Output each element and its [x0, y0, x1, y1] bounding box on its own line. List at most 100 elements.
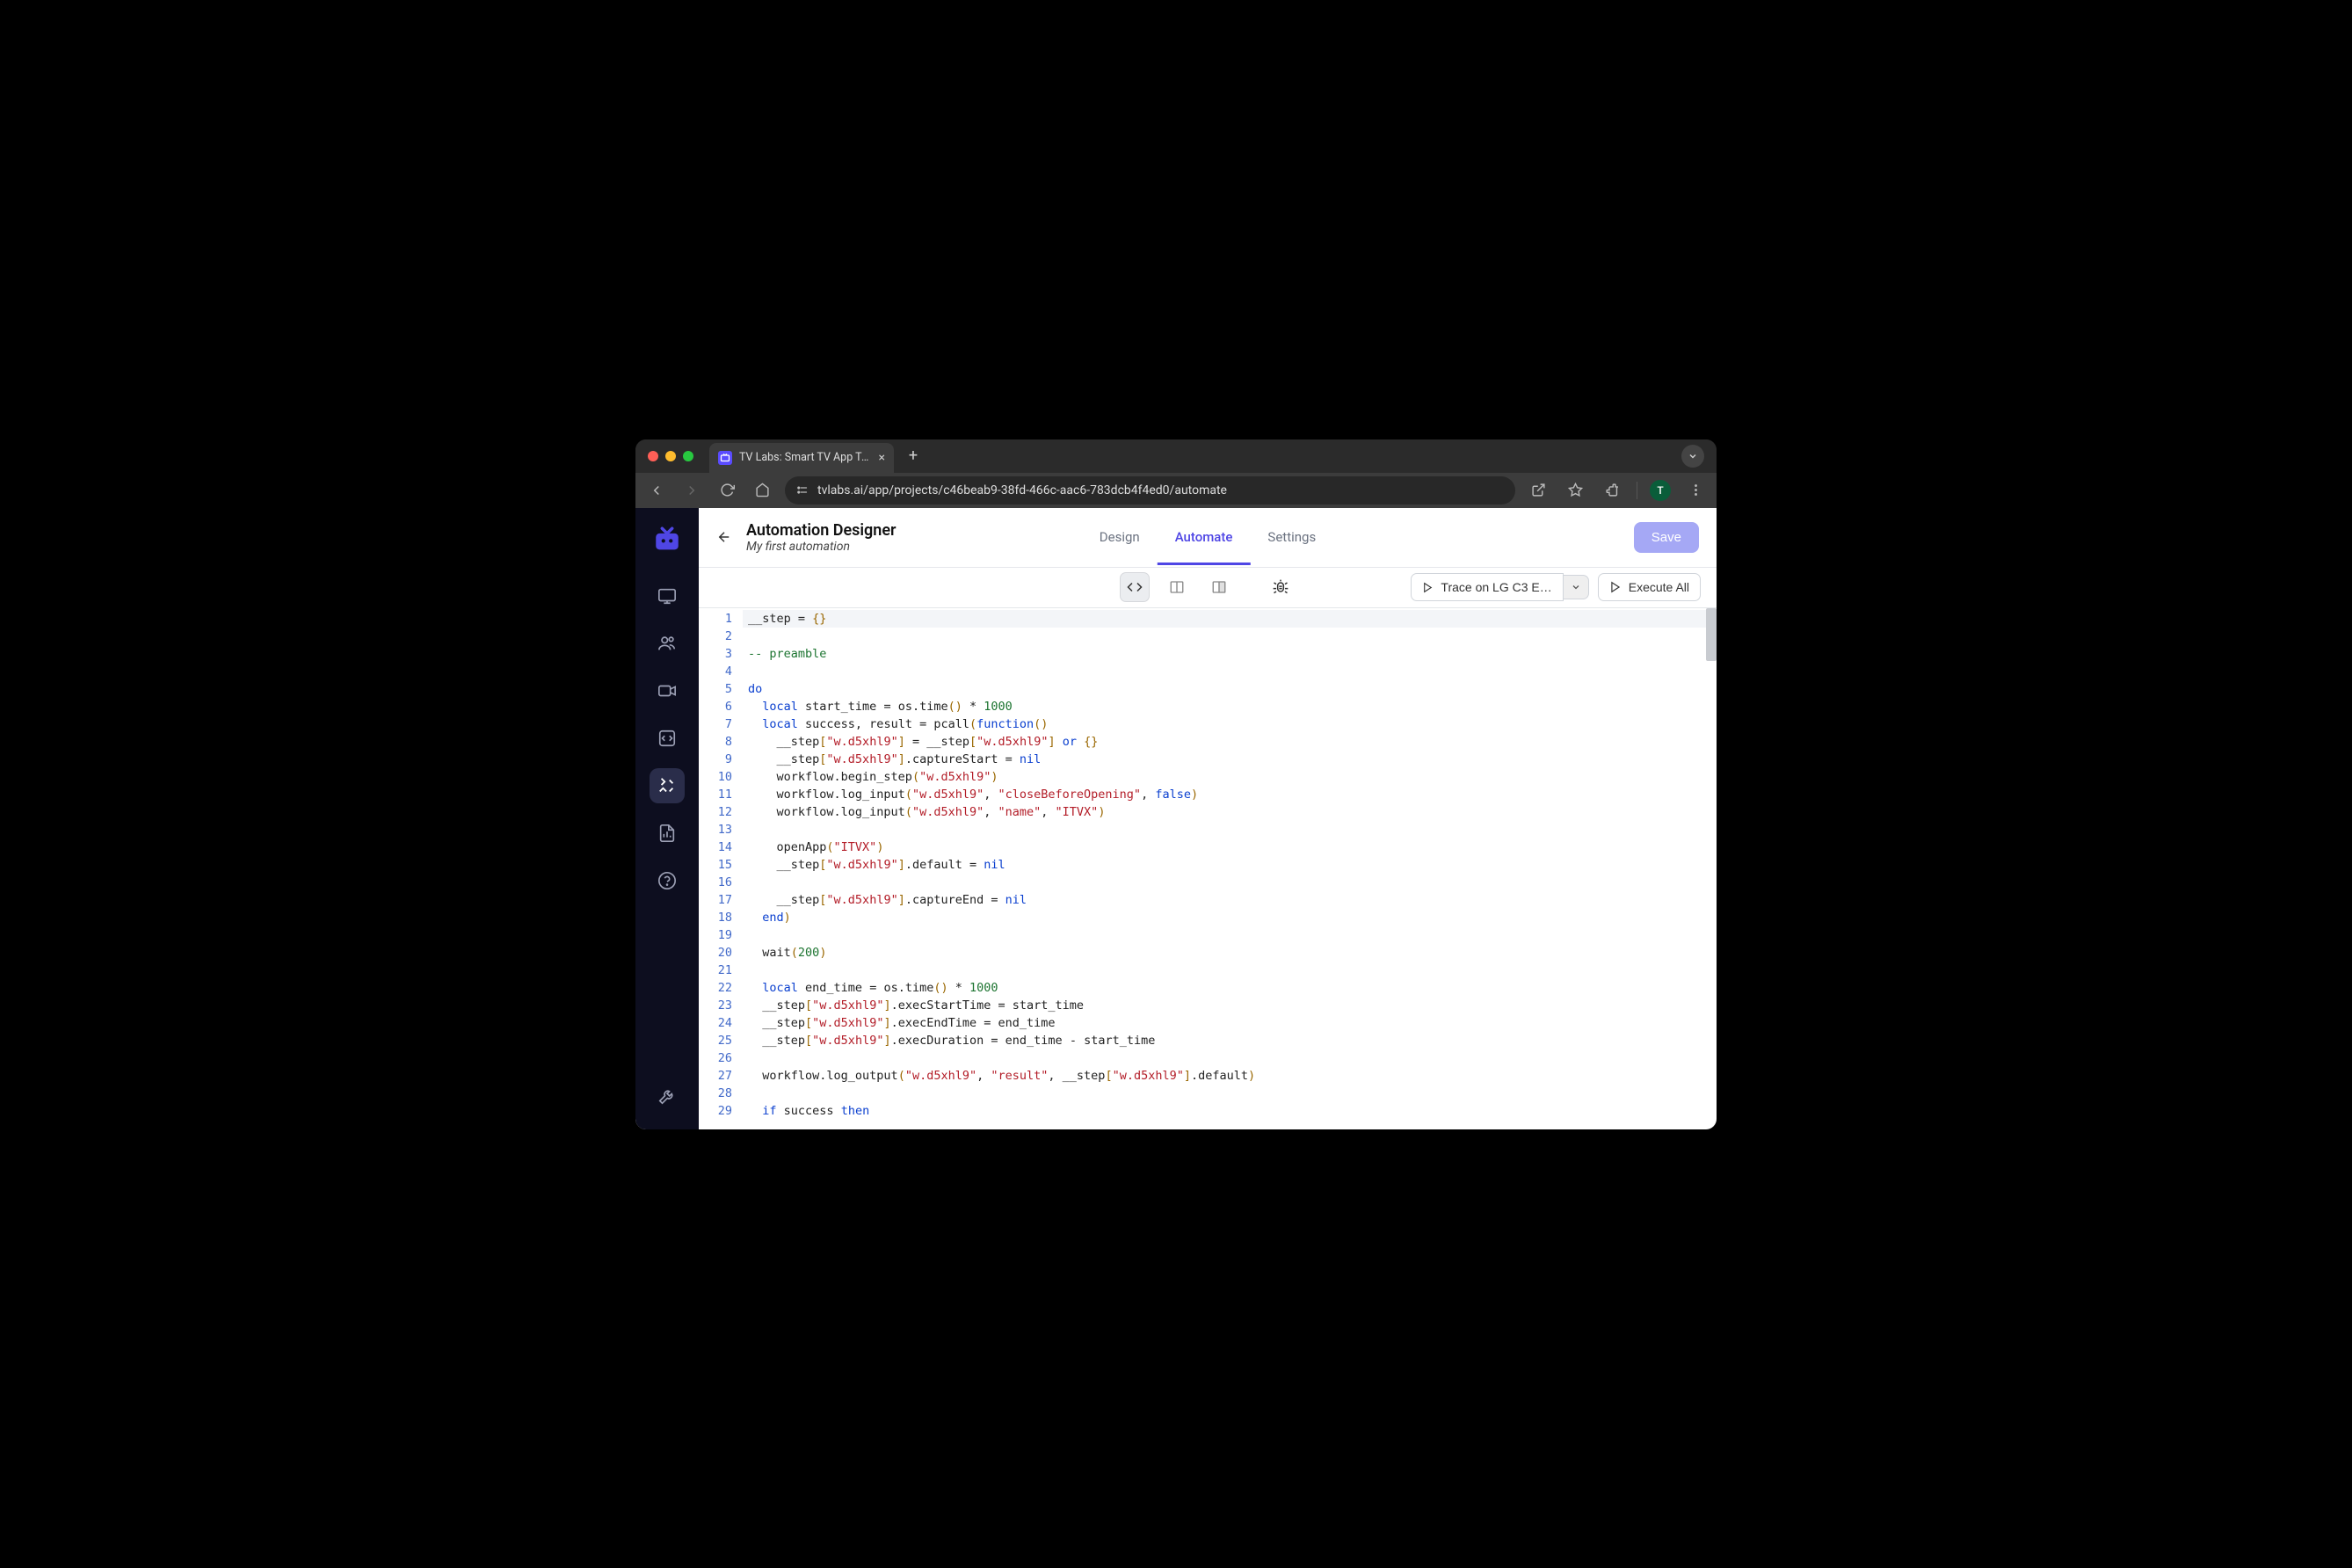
code-line[interactable] [743, 1085, 1717, 1102]
code-line[interactable]: workflow.log_output("w.d5xhl9", "result"… [743, 1067, 1717, 1085]
line-number: 26 [699, 1049, 732, 1067]
line-number: 27 [699, 1067, 732, 1085]
code-line[interactable] [743, 926, 1717, 944]
close-tab-icon[interactable]: × [879, 451, 885, 465]
sidebar-item-recordings[interactable] [650, 673, 685, 708]
code-line[interactable]: workflow.log_input("w.d5xhl9", "name", "… [743, 803, 1717, 821]
nav-forward-button[interactable] [679, 478, 704, 503]
tab-design[interactable]: Design [1082, 510, 1158, 565]
browser-menu-icon[interactable] [1683, 478, 1708, 503]
window-controls [648, 451, 693, 461]
sidebar-item-devices[interactable] [650, 578, 685, 613]
code-area[interactable]: __step = {} -- preamble do local start_t… [743, 608, 1717, 1129]
line-number: 11 [699, 786, 732, 803]
maximize-window-button[interactable] [683, 451, 693, 461]
line-number: 16 [699, 874, 732, 891]
line-number: 22 [699, 979, 732, 997]
code-line[interactable]: workflow.begin_step("w.d5xhl9") [743, 768, 1717, 786]
sidebar-item-reports[interactable] [650, 816, 685, 851]
code-line[interactable]: local success, result = pcall(function() [743, 715, 1717, 733]
back-arrow-button[interactable] [716, 529, 732, 545]
code-line[interactable]: if success then [743, 1102, 1717, 1120]
new-tab-button[interactable]: + [901, 444, 926, 468]
line-number: 3 [699, 645, 732, 663]
code-editor[interactable]: 1234567891011121314151617181920212223242… [699, 608, 1717, 1129]
view-split-left-button[interactable] [1162, 572, 1192, 602]
sidebar-item-team[interactable] [650, 626, 685, 661]
code-line[interactable]: __step["w.d5xhl9"] = __step["w.d5xhl9"] … [743, 733, 1717, 751]
code-line[interactable]: local end_time = os.time() * 1000 [743, 979, 1717, 997]
line-number: 12 [699, 803, 732, 821]
tab-title: TV Labs: Smart TV App Testi… [739, 451, 872, 464]
site-settings-icon[interactable] [795, 483, 809, 497]
tab-favicon [718, 451, 732, 465]
line-number: 20 [699, 944, 732, 962]
line-number: 25 [699, 1032, 732, 1049]
line-number: 14 [699, 838, 732, 856]
execute-all-button[interactable]: Execute All [1598, 573, 1701, 601]
url-text: tvlabs.ai/app/projects/c46beab9-38fd-466… [817, 483, 1227, 497]
scrollbar-thumb[interactable] [1706, 608, 1717, 661]
code-line[interactable] [743, 1049, 1717, 1067]
app-logo[interactable] [651, 524, 683, 555]
nav-back-button[interactable] [644, 478, 669, 503]
code-line[interactable] [743, 663, 1717, 680]
sidebar-item-automation[interactable] [650, 768, 685, 803]
code-line[interactable]: local start_time = os.time() * 1000 [743, 698, 1717, 715]
home-button[interactable] [750, 478, 774, 503]
code-line[interactable]: __step["w.d5xhl9"].default = nil [743, 856, 1717, 874]
code-line[interactable]: end) [743, 909, 1717, 926]
editor-toolbar: Trace on LG C3 E… Execute All [699, 568, 1717, 608]
browser-tab[interactable]: TV Labs: Smart TV App Testi… × [709, 443, 894, 473]
code-line[interactable]: __step["w.d5xhl9"].captureStart = nil [743, 751, 1717, 768]
browser-window: TV Labs: Smart TV App Testi… × + tvlabs.… [635, 439, 1717, 1129]
code-line[interactable] [743, 628, 1717, 645]
view-split-right-button[interactable] [1204, 572, 1234, 602]
minimize-window-button[interactable] [665, 451, 676, 461]
open-external-icon[interactable] [1526, 478, 1550, 503]
profile-avatar[interactable]: T [1650, 480, 1671, 501]
line-number: 13 [699, 821, 732, 838]
code-line[interactable]: workflow.log_input("w.d5xhl9", "closeBef… [743, 786, 1717, 803]
reload-button[interactable] [715, 478, 739, 503]
sidebar-item-help[interactable] [650, 863, 685, 898]
trace-dropdown-button[interactable] [1564, 575, 1589, 599]
header-tabs: Design Automate Settings [1082, 510, 1333, 565]
code-line[interactable]: __step = {} [743, 610, 1717, 628]
code-line[interactable] [743, 821, 1717, 838]
code-line[interactable]: -- preamble [743, 645, 1717, 663]
debug-button[interactable] [1266, 572, 1296, 602]
code-line[interactable]: wait(200) [743, 944, 1717, 962]
code-line[interactable] [743, 874, 1717, 891]
view-code-button[interactable] [1120, 572, 1150, 602]
close-window-button[interactable] [648, 451, 658, 461]
main-area: Automation Designer My first automation … [699, 508, 1717, 1129]
code-line[interactable]: openApp("ITVX") [743, 838, 1717, 856]
bookmark-icon[interactable] [1563, 478, 1587, 503]
line-number: 6 [699, 698, 732, 715]
save-button[interactable]: Save [1634, 522, 1699, 553]
extensions-icon[interactable] [1600, 478, 1624, 503]
trace-button[interactable]: Trace on LG C3 E… [1411, 573, 1563, 601]
tabs-dropdown-button[interactable] [1681, 445, 1704, 468]
page-content: Automation Designer My first automation … [635, 508, 1717, 1129]
line-number: 21 [699, 962, 732, 979]
code-line[interactable]: __step["w.d5xhl9"].execStartTime = start… [743, 997, 1717, 1014]
code-line[interactable]: do [743, 680, 1717, 698]
line-number: 29 [699, 1102, 732, 1120]
line-number: 17 [699, 891, 732, 909]
line-number: 9 [699, 751, 732, 768]
sidebar-item-tools[interactable] [650, 1078, 685, 1114]
url-input[interactable]: tvlabs.ai/app/projects/c46beab9-38fd-466… [785, 476, 1515, 505]
titlebar: TV Labs: Smart TV App Testi… × + [635, 439, 1717, 473]
line-gutter: 1234567891011121314151617181920212223242… [699, 608, 743, 1129]
code-line[interactable] [743, 962, 1717, 979]
code-line[interactable]: __step["w.d5xhl9"].captureEnd = nil [743, 891, 1717, 909]
execute-label: Execute All [1629, 580, 1689, 594]
code-line[interactable]: __step["w.d5xhl9"].execDuration = end_ti… [743, 1032, 1717, 1049]
address-bar: tvlabs.ai/app/projects/c46beab9-38fd-466… [635, 473, 1717, 508]
tab-automate[interactable]: Automate [1158, 510, 1251, 565]
tab-settings[interactable]: Settings [1250, 510, 1333, 565]
code-line[interactable]: __step["w.d5xhl9"].execEndTime = end_tim… [743, 1014, 1717, 1032]
sidebar-item-code[interactable] [650, 721, 685, 756]
